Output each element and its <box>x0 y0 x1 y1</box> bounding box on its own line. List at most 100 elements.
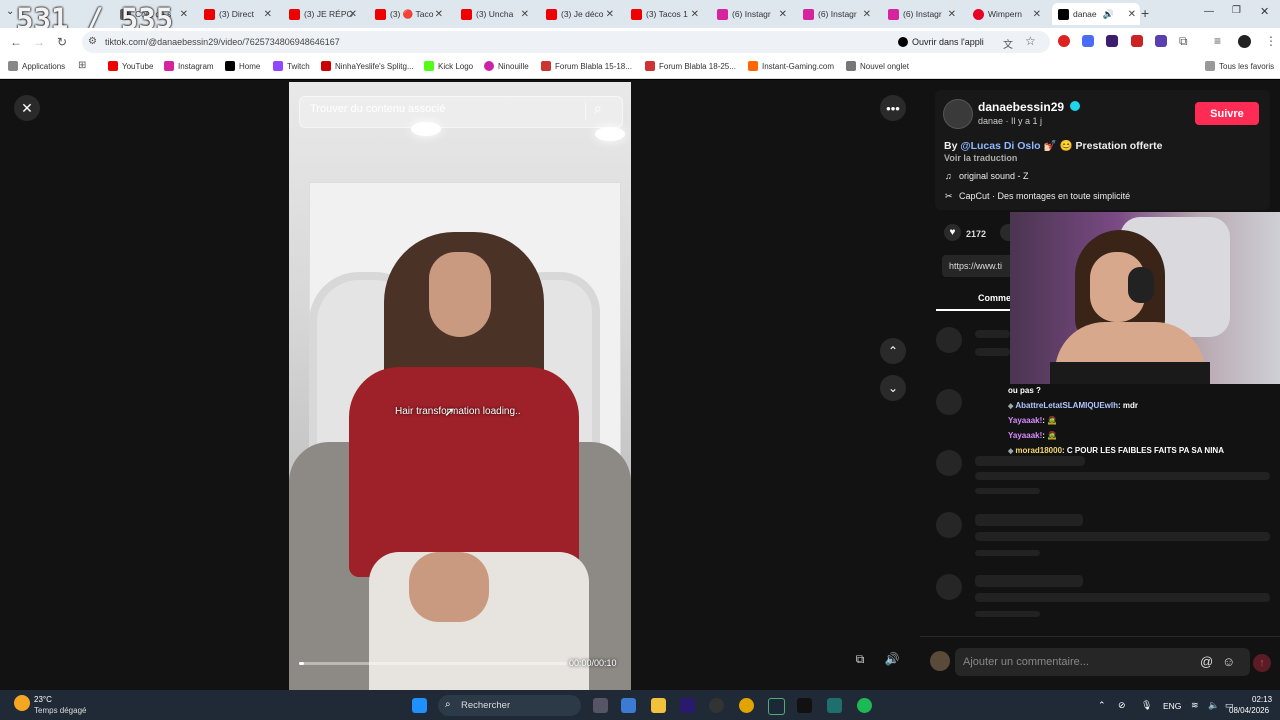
close-tab-icon[interactable]: ✕ <box>779 9 787 20</box>
volume-icon[interactable]: 🔊 <box>882 652 902 672</box>
app-icon[interactable] <box>621 698 636 713</box>
open-in-app-button[interactable]: Ouvrir dans l'appli <box>898 33 984 51</box>
more-options-icon[interactable]: ••• <box>880 95 906 121</box>
bookmark-ninouille[interactable]: Ninouille <box>484 61 529 71</box>
extensions-puzzle-icon[interactable]: ⧉ <box>1179 34 1188 49</box>
clock-time[interactable]: 02:13 <box>1252 695 1272 704</box>
spotify-icon[interactable] <box>857 698 872 713</box>
chrome-menu-icon[interactable]: ⋮ <box>1265 34 1277 48</box>
extension-purple-icon[interactable] <box>1106 35 1118 47</box>
tab-6[interactable]: (3) Je déco ✕ <box>546 3 618 25</box>
comments-tab[interactable]: Comme <box>978 293 1011 303</box>
app-icon[interactable] <box>709 698 724 713</box>
tab-5[interactable]: (3) Uncha ✕ <box>461 3 533 25</box>
extension-red-stack-icon[interactable] <box>1131 35 1143 47</box>
weather-desc[interactable]: Temps dégagé <box>34 706 86 715</box>
clock-date[interactable]: 08/04/2026 <box>1229 706 1269 715</box>
task-view-icon[interactable] <box>593 698 608 713</box>
translate-icon[interactable]: 文 <box>1003 36 1013 51</box>
tab-groups-icon[interactable]: ⊞ <box>78 60 86 71</box>
bookmark-forum-18-25[interactable]: Forum Blabla 18-25... <box>645 61 736 71</box>
next-video-button[interactable]: ⌄ <box>880 375 906 401</box>
bookmark-twitch[interactable]: Twitch <box>273 61 310 71</box>
chrome-icon[interactable] <box>739 698 754 713</box>
see-translation-link[interactable]: Voir la traduction <box>944 153 1017 163</box>
close-video-button[interactable]: ✕ <box>14 95 40 121</box>
app-icon[interactable] <box>827 698 842 713</box>
bookmark-new-tab[interactable]: Nouvel onglet <box>846 61 909 71</box>
progress-track[interactable] <box>299 662 567 665</box>
close-tab-icon[interactable]: ✕ <box>435 9 443 20</box>
sound-name[interactable]: original sound - Z <box>959 171 1029 181</box>
tab-10[interactable]: (6) Instagr ✕ <box>888 3 960 25</box>
capcut-link[interactable]: CapCut · Des montages en toute simplicit… <box>959 191 1130 201</box>
extension-blue-icon[interactable] <box>1082 35 1094 47</box>
bookmark-instagram[interactable]: Instagram <box>164 61 214 71</box>
emoji-smile-icon[interactable]: ☺ <box>1222 654 1235 669</box>
close-tab-icon[interactable]: ✕ <box>521 9 529 20</box>
weather-temp[interactable]: 23°C <box>34 695 52 704</box>
all-bookmarks[interactable]: Tous les favoris <box>1205 61 1274 71</box>
close-tab-icon[interactable]: ✕ <box>948 9 956 20</box>
bookmark-star-icon[interactable]: ☆ <box>1025 34 1036 48</box>
steam-icon[interactable] <box>768 698 785 715</box>
site-info-icon[interactable]: ⚙ <box>88 36 97 47</box>
tab-8[interactable]: (6) Instagr ✕ <box>717 3 791 25</box>
creator-username[interactable]: danaebessin29 <box>978 100 1064 114</box>
follow-button[interactable]: Suivre <box>1195 102 1259 125</box>
back-arrow-icon[interactable]: ← <box>10 35 22 49</box>
reload-icon[interactable]: ↻ <box>57 35 67 49</box>
bookmark-splitgate[interactable]: NinhaYeslife's Splitg... <box>321 61 414 71</box>
media-control-icon[interactable]: ≡ <box>1214 34 1221 48</box>
close-tab-icon[interactable]: ✕ <box>1128 9 1136 20</box>
restore-icon[interactable]: ❐ <box>1232 5 1241 16</box>
bookmark-instant-gaming[interactable]: Instant-Gaming.com <box>748 61 834 71</box>
tab-2[interactable]: (3) Direct ✕ <box>204 3 276 25</box>
new-tab-plus-icon[interactable]: + <box>1141 5 1149 21</box>
profile-avatar[interactable] <box>1238 35 1251 48</box>
tab-3[interactable]: (3) JE RÉPO ✕ <box>289 3 361 25</box>
close-tab-icon[interactable]: ✕ <box>349 9 357 20</box>
close-window-icon[interactable]: ✕ <box>1260 5 1269 18</box>
extension-shield-icon[interactable] <box>1155 35 1167 47</box>
bookmark-forum-15-18[interactable]: Forum Blabla 15-18... <box>541 61 632 71</box>
tray-app-icon[interactable]: ⊘ <box>1118 700 1126 711</box>
forward-arrow-icon[interactable]: → <box>33 35 45 49</box>
tab-11[interactable]: Wimpern ✕ <box>973 3 1045 25</box>
tab-9[interactable]: (6) Instagr ✕ <box>803 3 875 25</box>
tab-4[interactable]: (3) 🔴 Taco ✕ <box>375 3 447 25</box>
tab-search-chevron-icon[interactable]: ⌄ <box>6 6 14 17</box>
tab-active-tiktok[interactable]: danae 🔊 ✕ <box>1052 3 1140 25</box>
tray-chevron-icon[interactable]: ⌃ <box>1098 700 1106 711</box>
keyboard-language[interactable]: ENG <box>1163 701 1181 711</box>
close-tab-icon[interactable]: ✕ <box>1033 9 1041 20</box>
previous-video-button[interactable]: ⌃ <box>880 338 906 364</box>
bookmark-home[interactable]: Home <box>225 61 260 71</box>
wifi-icon[interactable]: ≋ <box>1191 700 1199 711</box>
mention-at-icon[interactable]: @ <box>1200 654 1213 669</box>
close-tab-icon[interactable]: ✕ <box>180 9 188 20</box>
video-player[interactable]: Trouver du contenu associé ⌕ Hair transf… <box>289 82 631 690</box>
pip-icon[interactable]: ⧉ <box>850 652 870 672</box>
like-heart-icon[interactable]: ♥ <box>944 224 961 241</box>
speaker-icon[interactable]: 🔈 <box>1208 700 1219 711</box>
avatar[interactable] <box>943 99 973 129</box>
send-arrow-icon[interactable]: ↑ <box>1253 654 1271 672</box>
close-tab-icon[interactable]: ✕ <box>606 9 614 20</box>
windows-start-icon[interactable] <box>412 698 427 713</box>
bookmark-applications[interactable]: Applications <box>8 61 65 71</box>
premiere-pro-icon[interactable] <box>680 698 695 713</box>
minimize-icon[interactable]: — <box>1204 6 1214 17</box>
bookmark-youtube[interactable]: YouTube <box>108 61 153 71</box>
close-tab-icon[interactable]: ✕ <box>264 9 272 20</box>
bookmark-kick[interactable]: Kick Logo <box>424 61 473 71</box>
close-tab-icon[interactable]: ✕ <box>863 9 871 20</box>
description-mention[interactable]: @Lucas Di Oslo <box>960 140 1040 152</box>
tiktok-icon[interactable] <box>797 698 812 713</box>
extension-red-icon[interactable] <box>1058 35 1070 47</box>
close-tab-icon[interactable]: ✕ <box>691 9 699 20</box>
search-icon[interactable]: ⌕ <box>594 100 602 117</box>
url-text[interactable]: tiktok.com/@danaebessin29/video/76257348… <box>105 37 340 47</box>
tab-7[interactable]: (3) Tacos 1 ✕ <box>631 3 703 25</box>
microphone-icon[interactable]: 🎙 <box>1141 700 1152 711</box>
